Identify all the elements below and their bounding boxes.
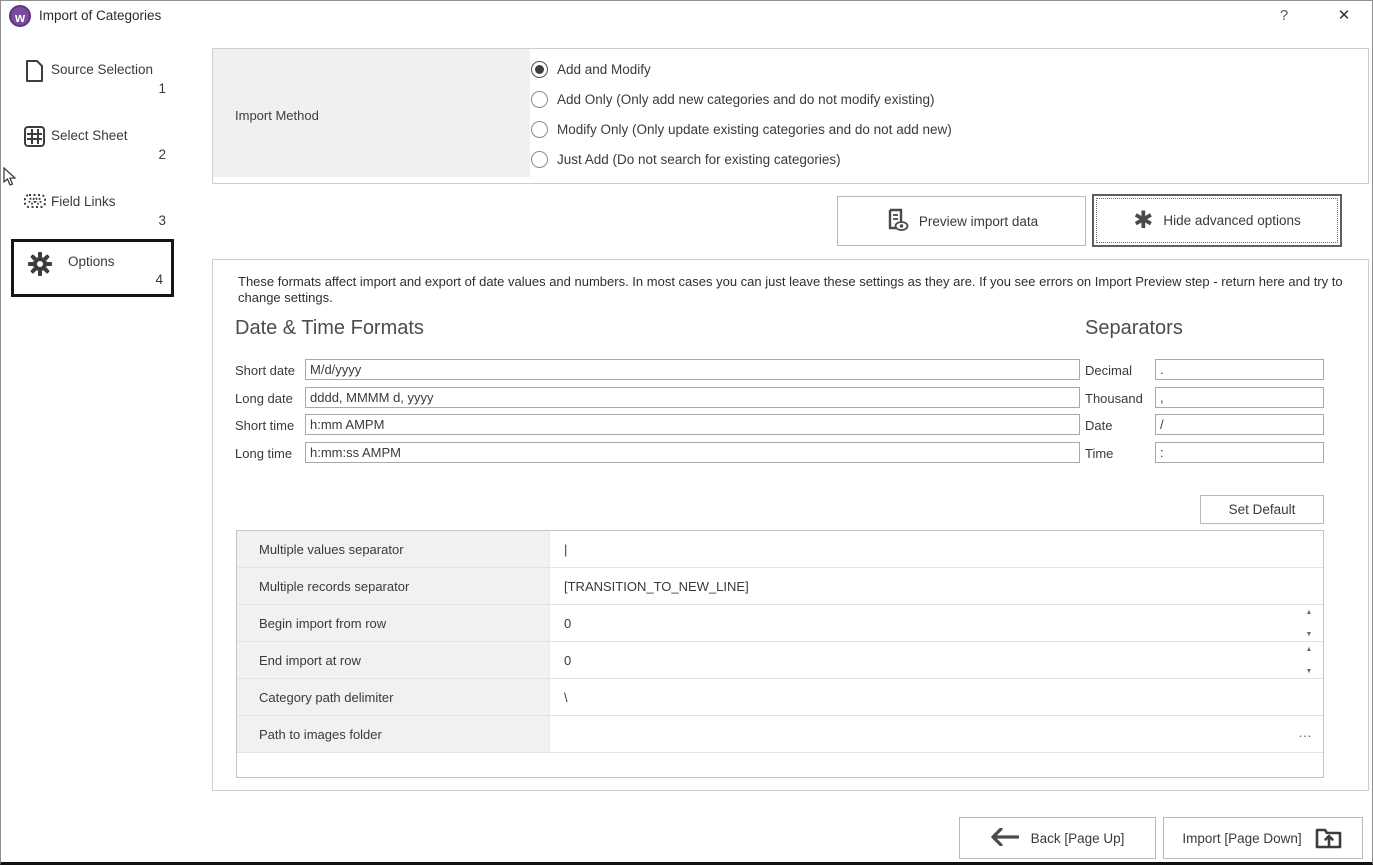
sidebar-item-label: Source Selection [51, 62, 153, 77]
date-separator-input[interactable]: / [1155, 414, 1324, 435]
row-label: Multiple values separator [237, 531, 550, 567]
sidebar-item-source-selection[interactable]: Source Selection 1 [11, 53, 174, 111]
table-row: Path to images folder … [237, 716, 1323, 753]
long-time-input[interactable]: h:mm:ss AMPM [305, 442, 1080, 463]
spinner-up-icon[interactable]: ▲ [1306, 608, 1313, 617]
multiple-records-separator-value[interactable]: [TRANSITION_TO_NEW_LINE] [551, 568, 1323, 604]
row-label: Path to images folder [237, 716, 550, 752]
import-settings-table: Multiple values separator | Multiple rec… [236, 530, 1324, 778]
short-date-label: Short date [235, 363, 295, 378]
table-row: Begin import from row 0 ▲▼ [237, 605, 1323, 642]
step-number: 1 [158, 81, 166, 96]
back-arrow-icon [991, 828, 1019, 849]
set-default-button[interactable]: Set Default [1200, 495, 1324, 524]
path-to-images-folder-value[interactable] [551, 716, 1323, 752]
gear-icon [27, 251, 51, 275]
sidebar-item-label: Options [68, 254, 115, 269]
row-label: Multiple records separator [237, 568, 550, 604]
short-time-label: Short time [235, 418, 294, 433]
thousand-separator-label: Thousand [1085, 391, 1143, 406]
step-number: 2 [158, 147, 166, 162]
radio-add-only[interactable]: Add Only (Only add new categories and do… [531, 89, 934, 109]
separators-heading: Separators [1085, 317, 1183, 340]
decimal-separator-label: Decimal [1085, 363, 1132, 378]
title-bar: w Import of Categories ? ✕ [1, 1, 1372, 31]
end-import-at-row-value[interactable]: 0 [551, 642, 1323, 678]
asterisk-icon: ✱ [1133, 211, 1153, 231]
radio-icon[interactable] [531, 91, 548, 108]
table-empty-row [237, 753, 1323, 777]
datetime-formats-heading: Date & Time Formats [235, 317, 424, 340]
hide-advanced-options-button[interactable]: ✱ Hide advanced options [1092, 194, 1342, 247]
begin-import-from-row-value[interactable]: 0 [551, 605, 1323, 641]
radio-add-and-modify[interactable]: Add and Modify [531, 59, 651, 79]
spreadsheet-icon [23, 125, 47, 149]
sidebar-item-label: Select Sheet [51, 128, 128, 143]
sidebar-item-options[interactable]: Options 4 [11, 239, 174, 297]
advanced-options-panel: These formats affect import and export o… [212, 259, 1369, 791]
time-separator-input[interactable]: : [1155, 442, 1324, 463]
radio-icon[interactable] [531, 61, 548, 78]
decimal-separator-input[interactable]: . [1155, 359, 1324, 380]
short-time-input[interactable]: h:mm AMPM [305, 414, 1080, 435]
date-separator-label: Date [1085, 418, 1112, 433]
radio-icon[interactable] [531, 121, 548, 138]
import-button[interactable]: Import [Page Down] [1163, 817, 1363, 859]
radio-just-add[interactable]: Just Add (Do not search for existing cat… [531, 149, 841, 169]
import-of-categories-window: { "window": { "title": "Import of Catego… [0, 0, 1373, 865]
long-date-label: Long date [235, 391, 293, 406]
button-label: Back [Page Up] [1031, 831, 1125, 846]
import-folder-upload-icon [1314, 824, 1344, 853]
button-label: Import [Page Down] [1182, 831, 1301, 846]
field-links-icon [23, 191, 47, 215]
sidebar-item-select-sheet[interactable]: Select Sheet 2 [11, 119, 174, 177]
back-button[interactable]: Back [Page Up] [959, 817, 1156, 859]
import-method-panel: Import Method Add and Modify Add Only (O… [212, 48, 1369, 184]
radio-icon[interactable] [531, 151, 548, 168]
help-button[interactable]: ? [1269, 4, 1299, 28]
table-row: Multiple values separator | [237, 531, 1323, 568]
radio-modify-only[interactable]: Modify Only (Only update existing catego… [531, 119, 952, 139]
app-logo-icon: w [9, 5, 31, 27]
end-row-spinner[interactable]: ▲▼ [1301, 645, 1317, 676]
step-number: 3 [158, 213, 166, 228]
preview-import-data-button[interactable]: Preview import data [837, 196, 1086, 246]
table-row: Category path delimiter \ [237, 679, 1323, 716]
spinner-down-icon[interactable]: ▼ [1306, 667, 1313, 676]
category-path-delimiter-value[interactable]: \ [551, 679, 1323, 715]
short-date-input[interactable]: M/d/yyyy [305, 359, 1080, 380]
row-label: Category path delimiter [237, 679, 550, 715]
window-title: Import of Categories [39, 8, 161, 23]
thousand-separator-input[interactable]: , [1155, 387, 1324, 408]
mouse-cursor [3, 167, 17, 190]
row-label: Begin import from row [237, 605, 550, 641]
sidebar-item-field-links[interactable]: Field Links 3 [11, 185, 174, 243]
spinner-down-icon[interactable]: ▼ [1306, 630, 1313, 639]
close-button[interactable]: ✕ [1327, 4, 1361, 28]
table-row: Multiple records separator [TRANSITION_T… [237, 568, 1323, 605]
multiple-values-separator-value[interactable]: | [551, 531, 1323, 567]
time-separator-label: Time [1085, 446, 1113, 461]
button-label: Hide advanced options [1163, 213, 1300, 228]
step-number: 4 [155, 272, 163, 287]
table-row: End import at row 0 ▲▼ [237, 642, 1323, 679]
long-date-input[interactable]: dddd, MMMM d, yyyy [305, 387, 1080, 408]
spinner-up-icon[interactable]: ▲ [1306, 645, 1313, 654]
document-icon [23, 59, 47, 83]
begin-row-spinner[interactable]: ▲▼ [1301, 608, 1317, 639]
button-label: Preview import data [919, 214, 1038, 229]
row-label: End import at row [237, 642, 550, 678]
preview-eye-document-icon [885, 208, 909, 235]
browse-ellipsis-button[interactable]: … [1298, 724, 1313, 740]
import-method-label-cell: Import Method [213, 49, 530, 177]
formats-description: These formats affect import and export o… [238, 274, 1353, 306]
sidebar-item-label: Field Links [51, 194, 116, 209]
import-method-label: Import Method [235, 108, 319, 123]
long-time-label: Long time [235, 446, 292, 461]
